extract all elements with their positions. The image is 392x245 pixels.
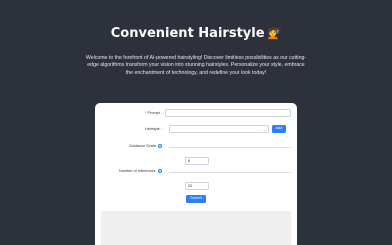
guidance-scale-input[interactable]: 8 (185, 157, 209, 165)
inferences-label: Number of Inferences ? (119, 169, 162, 173)
help-circle-icon[interactable]: ? (157, 144, 162, 148)
guidance-scale-label: Guidance Scale ? (129, 144, 162, 148)
form-card: * Prompt : Hairstyle : ⌄ Add Guidance Sc… (95, 103, 297, 245)
hairstyle-select[interactable]: ⌄ (169, 125, 269, 133)
guidance-scale-label-text: Guidance Scale (129, 144, 156, 148)
chevron-down-icon: ⌄ (262, 127, 266, 132)
prompt-label: * Prompt : (145, 111, 162, 115)
title-text: Convenient Hairstyle (110, 26, 265, 41)
hairstyle-label: Hairstyle : (145, 127, 162, 131)
haircut-emoji-icon: 💇 (267, 27, 282, 40)
required-mark: * (145, 111, 147, 115)
submit-button[interactable]: Submit (186, 195, 206, 203)
prompt-label-text: Prompt : (147, 111, 162, 115)
inferences-input[interactable]: 20 (185, 182, 209, 190)
inferences-slider[interactable] (169, 172, 291, 173)
result-image-area (101, 211, 291, 245)
help-circle-icon[interactable]: ? (157, 169, 162, 173)
prompt-input[interactable] (165, 109, 291, 117)
inferences-label-text: Number of Inferences (119, 169, 156, 173)
add-hairstyle-button[interactable]: Add (272, 125, 286, 133)
page-subtitle: Welcome to the forefront of AI-powered h… (85, 55, 307, 76)
guidance-scale-slider[interactable] (169, 147, 291, 148)
page-title: Convenient Hairstyle 💇 (0, 26, 392, 41)
